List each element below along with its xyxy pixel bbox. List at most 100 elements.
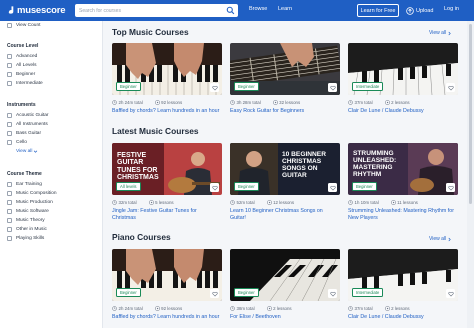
- course-title[interactable]: Baffled by chords? Learn hundreds in an …: [112, 108, 222, 115]
- course-title[interactable]: Strumming Unleashed: Mastering Rhythm fo…: [348, 208, 458, 222]
- favorite-button[interactable]: [446, 289, 455, 298]
- checkbox[interactable]: [7, 113, 12, 118]
- clock-icon: [230, 100, 235, 105]
- favorite-button[interactable]: [328, 83, 337, 92]
- instruments-view-all[interactable]: View all: [16, 149, 38, 154]
- filter-bass-guitar[interactable]: Bass Guitar: [7, 131, 41, 136]
- heart-icon: [211, 85, 218, 90]
- level-badge: Beginner: [116, 288, 141, 297]
- lessons-icon: [267, 200, 272, 205]
- filter-cello[interactable]: Cello: [7, 140, 27, 145]
- course-theme-title: Course Theme: [7, 171, 42, 177]
- section-view-all-top-music[interactable]: View all: [429, 30, 452, 36]
- course-card[interactable]: 10 BEGINNER CHRISTMAS SONGS ON GUITAR Be…: [230, 143, 340, 222]
- favorite-button[interactable]: [446, 83, 455, 92]
- filter-ear-training[interactable]: Ear Training: [7, 182, 42, 187]
- checkbox[interactable]: [7, 191, 12, 196]
- course-title[interactable]: Clair De Lune / Claude Debussy: [348, 314, 458, 321]
- upload-button[interactable]: Upload: [406, 5, 433, 16]
- filter-level-all[interactable]: All Levels: [7, 63, 37, 68]
- course-card[interactable]: Beginner 2h 24m total 92 lessons Baffled…: [112, 43, 222, 115]
- course-card[interactable]: Beginner 3h 28m total 32 lessons Easy Ro…: [230, 43, 340, 115]
- clock-icon: [348, 306, 353, 311]
- filter-acoustic-guitar[interactable]: Acoustic Guitar: [7, 113, 49, 118]
- checkbox[interactable]: [7, 81, 12, 86]
- course-title[interactable]: Jingle Jam: Festive Guitar Tunes for Chr…: [112, 208, 222, 222]
- course-lessons: 2 lessons: [273, 306, 292, 311]
- musescore-logo[interactable]: musescore: [7, 3, 66, 17]
- section-view-all-piano[interactable]: View all: [429, 236, 452, 242]
- checkbox[interactable]: [7, 131, 12, 136]
- filter-all-instruments[interactable]: All Instruments: [7, 122, 48, 127]
- nav-browse[interactable]: Browse: [249, 6, 267, 12]
- checkbox[interactable]: [7, 218, 12, 223]
- search-icon[interactable]: [226, 6, 235, 15]
- checkbox[interactable]: [7, 54, 12, 59]
- course-thumbnail: Intermediate: [348, 43, 458, 95]
- course-card[interactable]: Intermediate 37m total 2 lessons Clair D…: [348, 43, 458, 115]
- filter-other-in-music[interactable]: Other in Music: [7, 227, 47, 232]
- filter-playing-skills[interactable]: Playing Skills: [7, 236, 44, 241]
- course-duration: 3h 28m total: [236, 100, 261, 105]
- filter-level-intermediate[interactable]: Intermediate: [7, 81, 43, 86]
- favorite-button[interactable]: [328, 289, 337, 298]
- favorite-button[interactable]: [210, 183, 219, 192]
- course-lessons: 92 lessons: [161, 100, 183, 105]
- filter-view-count[interactable]: View Count: [7, 23, 40, 28]
- checkbox[interactable]: [7, 227, 12, 232]
- course-title[interactable]: For Elise / Beethoven: [230, 314, 340, 321]
- course-lessons: 5 lessons: [155, 200, 174, 205]
- checkbox[interactable]: [7, 209, 12, 214]
- clock-icon: [112, 100, 117, 105]
- filter-level-beginner[interactable]: Beginner: [7, 72, 35, 77]
- lessons-icon: [155, 100, 160, 105]
- level-badge: Intermediate: [352, 288, 384, 297]
- course-meta: 3h 28m total 32 lessons: [230, 100, 340, 105]
- course-duration: 37m total: [354, 100, 373, 105]
- favorite-button[interactable]: [446, 183, 455, 192]
- course-title[interactable]: Clair De Lune / Claude Debussy: [348, 108, 458, 115]
- login-link[interactable]: Log in: [444, 6, 459, 12]
- instruments-title: Instruments: [7, 102, 36, 108]
- checkbox[interactable]: [7, 63, 12, 68]
- level-badge: Beginner: [352, 182, 377, 191]
- filter-music-production[interactable]: Music Production: [7, 200, 53, 205]
- checkbox[interactable]: [7, 72, 12, 77]
- heart-icon: [329, 185, 336, 190]
- course-thumbnail: Beginner: [230, 43, 340, 95]
- course-title[interactable]: Easy Rock Guitar for Beginners: [230, 108, 340, 115]
- course-card[interactable]: STRUMMING UNLEASHED: MASTERING RHYTHM Be…: [348, 143, 458, 222]
- course-title[interactable]: Learn 10 Beginner Christmas Songs on Gui…: [230, 208, 340, 222]
- course-lessons: 2 lessons: [391, 306, 410, 311]
- course-card[interactable]: Beginner 38m total 2 lessons For Elise /…: [230, 249, 340, 321]
- level-badge: Beginner: [234, 82, 259, 91]
- nav-learn[interactable]: Learn: [278, 6, 292, 12]
- lessons-icon: [391, 200, 396, 205]
- chevron-right-icon: [448, 237, 451, 241]
- course-card[interactable]: Intermediate 37m total 2 lessons Clair D…: [348, 249, 458, 321]
- checkbox[interactable]: [7, 140, 12, 145]
- clock-icon: [230, 200, 235, 205]
- checkbox[interactable]: [7, 122, 12, 127]
- checkbox[interactable]: [7, 23, 12, 28]
- filter-music-software[interactable]: Music Software: [7, 209, 49, 214]
- course-title[interactable]: Baffled by chords? Learn hundreds in an …: [112, 314, 222, 321]
- checkbox[interactable]: [7, 236, 12, 241]
- level-badge: Beginner: [234, 288, 259, 297]
- filter-music-composition[interactable]: Music Composition: [7, 191, 57, 196]
- favorite-button[interactable]: [328, 183, 337, 192]
- checkbox[interactable]: [7, 182, 12, 187]
- scrollbar-thumb[interactable]: [469, 24, 472, 204]
- favorite-button[interactable]: [210, 83, 219, 92]
- learn-for-free-button[interactable]: Learn for Free: [357, 4, 399, 17]
- clock-icon: [348, 200, 353, 205]
- filter-level-advanced[interactable]: Advanced: [7, 54, 37, 59]
- checkbox[interactable]: [7, 200, 12, 205]
- favorite-button[interactable]: [210, 289, 219, 298]
- course-card[interactable]: FESTIVE GUITAR TUNES FOR CHRISTMAS All l…: [112, 143, 222, 222]
- course-thumbnail: FESTIVE GUITAR TUNES FOR CHRISTMAS All l…: [112, 143, 222, 195]
- course-card[interactable]: Beginner 2h 24m total 92 lessons Baffled…: [112, 249, 222, 321]
- lessons-icon: [385, 306, 390, 311]
- search-input[interactable]: [75, 5, 215, 16]
- filter-music-theory[interactable]: Music Theory: [7, 218, 45, 223]
